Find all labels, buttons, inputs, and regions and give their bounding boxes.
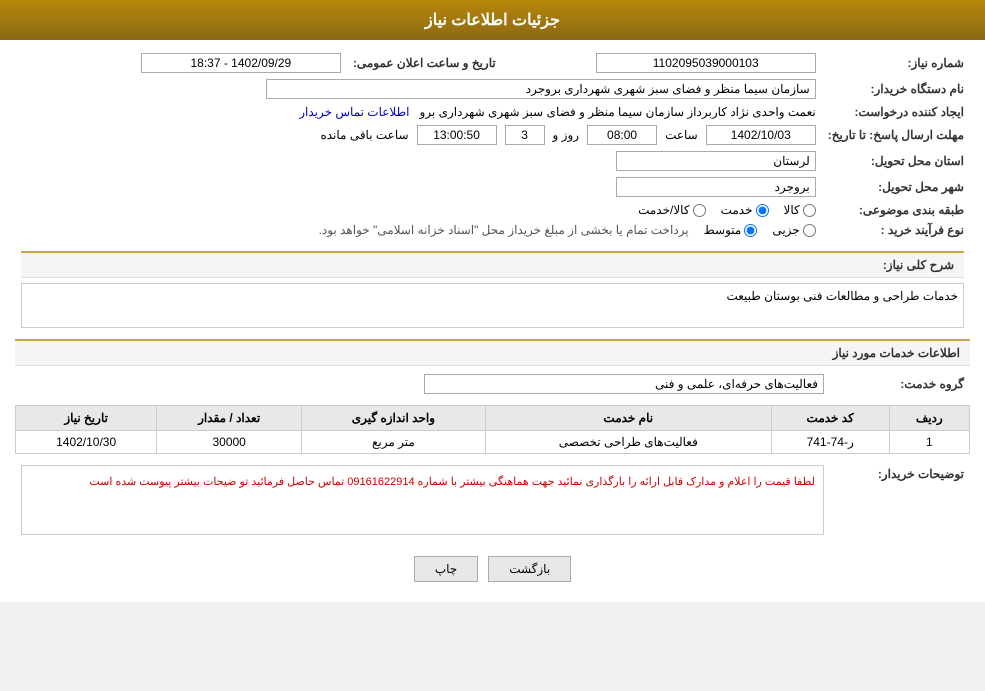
remaining-time: 13:00:50 [417, 125, 497, 145]
send-deadline-label: مهلت ارسال پاسخ: تا تاریخ: [822, 122, 970, 148]
service-group-table: گروه خدمت: فعالیت‌های حرفه‌ای، علمی و فن… [15, 371, 970, 397]
service-group-value: فعالیت‌های حرفه‌ای، علمی و فنی [424, 374, 824, 394]
col-header-row-num: ردیف [889, 406, 969, 431]
service-group-label: گروه خدمت: [830, 371, 970, 397]
deadline-time: 08:00 [587, 125, 657, 145]
creator-label: ایجاد کننده درخواست: [822, 102, 970, 122]
creator-contact-link[interactable]: اطلاعات تماس خریدار [299, 105, 409, 119]
city-value: بروجرد [616, 177, 816, 197]
col-header-date: تاریخ نیاز [16, 406, 157, 431]
deadline-date: 1402/10/03 [706, 125, 816, 145]
service-code-cell: ر-74-741 [771, 431, 889, 454]
purchase-type-jozii[interactable]: جزیی [772, 223, 815, 237]
category-radio-group: کالا خدمت کالا/خدمت [21, 203, 816, 217]
unit-cell: متر مربع [302, 431, 486, 454]
buyer-notes-label: توضیحات خریدار: [830, 462, 970, 538]
buyer-org-label: نام دستگاه خریدار: [822, 76, 970, 102]
province-value: لرستان [616, 151, 816, 171]
col-header-service-name: نام خدمت [485, 406, 771, 431]
col-header-service-code: کد خدمت [771, 406, 889, 431]
print-button[interactable]: چاپ [414, 556, 478, 582]
page-header: جزئیات اطلاعات نیاز [0, 0, 985, 40]
table-row: 1 ر-74-741 فعالیت‌های طراحی تخصصی متر مر… [16, 431, 970, 454]
buyer-notes-value: لطفا قیمت را اعلام و مدارک قابل ارائه را… [89, 476, 815, 488]
category-option-khedmat[interactable]: خدمت [721, 203, 769, 217]
purchase-type-label: نوع فرآیند خرید : [822, 220, 970, 240]
purchase-note: پرداخت تمام یا بخشی از مبلغ خریداز محل "… [319, 223, 689, 237]
page-title: جزئیات اطلاعات نیاز [425, 12, 560, 29]
services-section-header: اطلاعات خدمات مورد نیاز [15, 339, 970, 366]
need-desc-value: خدمات طراحی و مطالعات فنی بوستان طبیعت [726, 289, 958, 303]
province-label: استان محل تحویل: [822, 148, 970, 174]
back-button[interactable]: بازگشت [488, 556, 571, 582]
creator-value: نعمت واحدی نژاد کاربرداز سازمان سیما منظ… [419, 105, 815, 119]
buyer-org-value: سازمان سیما منظر و فضای سبز شهری شهرداری… [266, 79, 816, 99]
date-cell: 1402/10/30 [16, 431, 157, 454]
need-desc-section-header: شرح کلی نیاز: [21, 251, 964, 278]
category-label: طبقه بندی موضوعی: [822, 200, 970, 220]
city-label: شهر محل تحویل: [822, 174, 970, 200]
col-header-unit: واحد اندازه گیری [302, 406, 486, 431]
button-row: بازگشت چاپ [15, 546, 970, 592]
category-option-kala-khedmat[interactable]: کالا/خدمت [638, 203, 705, 217]
need-desc-label: شرح کلی نیاز: [883, 258, 954, 272]
deadline-days: 3 [505, 125, 545, 145]
service-name-cell: فعالیت‌های طراحی تخصصی [485, 431, 771, 454]
purchase-type-motevaset[interactable]: متوسط [704, 223, 758, 237]
info-table: شماره نیاز: 1102095039000103 تاریخ و ساع… [15, 50, 970, 331]
quantity-cell: 30000 [157, 431, 302, 454]
pub-date-label: تاریخ و ساعت اعلان عمومی: [347, 50, 502, 76]
need-number-value: 1102095039000103 [596, 53, 816, 73]
pub-date-value: 1402/09/29 - 18:37 [141, 53, 341, 73]
row-num-cell: 1 [889, 431, 969, 454]
services-header-text: اطلاعات خدمات مورد نیاز [833, 346, 960, 360]
services-table: ردیف کد خدمت نام خدمت واحد اندازه گیری ت… [15, 405, 970, 454]
need-number-label: شماره نیاز: [822, 50, 970, 76]
category-option-kala[interactable]: کالا [784, 203, 816, 217]
buyer-notes-table: توضیحات خریدار: لطفا قیمت را اعلام و مدا… [15, 462, 970, 538]
col-header-quantity: تعداد / مقدار [157, 406, 302, 431]
